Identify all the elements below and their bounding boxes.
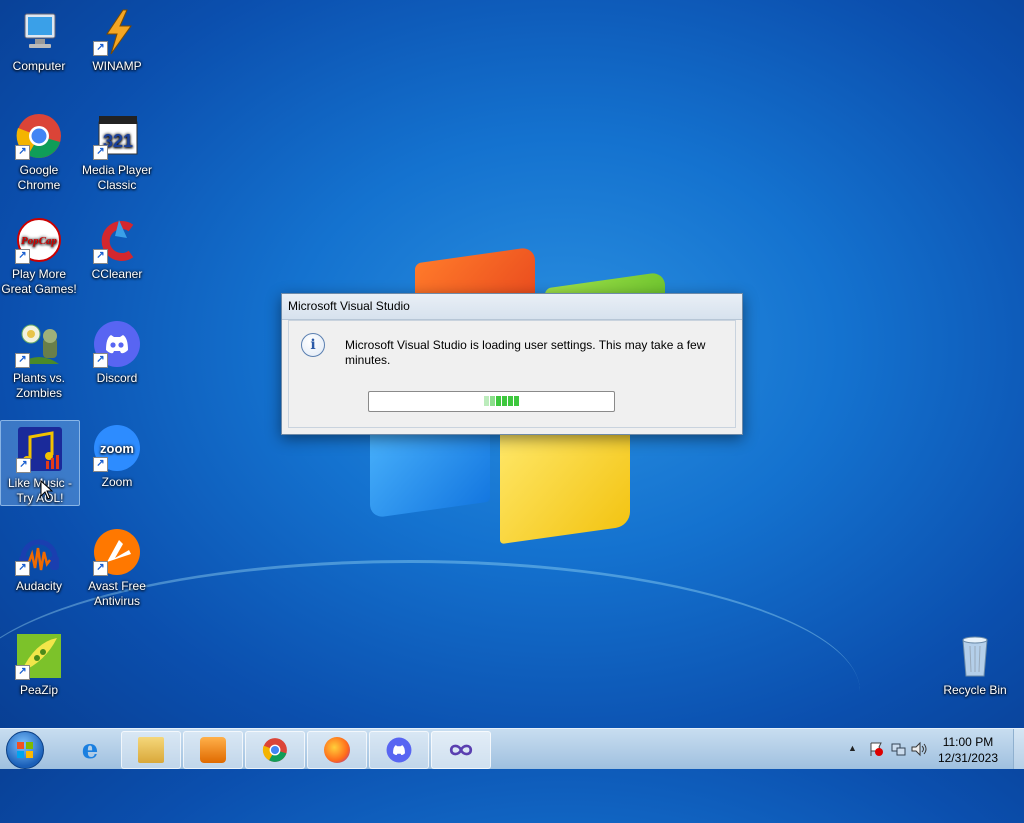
desktop-icon-discord[interactable]: ↗ Discord: [78, 316, 156, 386]
avast-icon: ↗: [93, 528, 141, 576]
shortcut-arrow-icon: ↗: [15, 249, 30, 264]
desktop-icon-zoom[interactable]: zoom ↗ Zoom: [78, 420, 156, 490]
desktop-icon-recycle-bin[interactable]: Recycle Bin: [936, 628, 1014, 698]
system-tray: ▲ 11:00 PM 12/31/2023: [834, 729, 1024, 769]
shortcut-arrow-icon: ↗: [15, 145, 30, 160]
chrome-icon: [262, 738, 287, 762]
desktop-icon-label: Audacity: [15, 579, 63, 593]
action-center-flag-icon[interactable]: [868, 741, 884, 757]
taskbar: e ▲ 11:00 PM 12/31/2023: [0, 728, 1024, 769]
desktop-icon-google-chrome[interactable]: ↗ Google Chrome: [0, 108, 78, 193]
desktop-icon-peazip[interactable]: ↗ PeaZip: [0, 628, 78, 698]
desktop-icon-label: CCleaner: [91, 267, 143, 281]
aol-music-icon: ↗: [16, 425, 64, 473]
winamp-icon: ↗: [93, 8, 141, 56]
desktop-icon-label: Play More Great Games!: [1, 267, 77, 296]
dialog-body: i Microsoft Visual Studio is loading use…: [288, 320, 736, 428]
clock-time: 11:00 PM: [942, 735, 994, 749]
show-hidden-icons-arrow-icon[interactable]: ▲: [848, 743, 857, 753]
desktop-icon-avast[interactable]: ↗ Avast Free Antivirus: [78, 524, 156, 609]
ccleaner-icon: ↗: [93, 216, 141, 264]
show-desktop-button[interactable]: [1013, 729, 1024, 769]
desktop-icon-computer[interactable]: Computer: [0, 4, 78, 74]
shortcut-arrow-icon: ↗: [93, 41, 108, 56]
firefox-icon: [324, 737, 350, 763]
recycle-bin-icon: [951, 632, 999, 680]
media-player-icon: [200, 737, 226, 763]
desktop-icon-media-player-classic[interactable]: 321 ↗ Media Player Classic: [78, 108, 156, 193]
desktop-icon-popcap[interactable]: PopCap ↗ Play More Great Games!: [0, 212, 78, 297]
loading-dialog: Microsoft Visual Studio i Microsoft Visu…: [281, 293, 743, 435]
visual-studio-icon: [449, 744, 473, 756]
info-icon: i: [301, 333, 325, 357]
dialog-title[interactable]: Microsoft Visual Studio: [282, 294, 742, 320]
peazip-icon: ↗: [15, 632, 63, 680]
shortcut-arrow-icon: ↗: [93, 249, 108, 264]
taskbar-internet-explorer[interactable]: e: [60, 731, 120, 769]
desktop-icon-label: Media Player Classic: [81, 163, 153, 192]
desktop-icon-label: Computer: [12, 59, 66, 73]
desktop-icon-label: Google Chrome: [17, 163, 61, 192]
desktop-icon-label: Avast Free Antivirus: [88, 579, 146, 608]
explorer-icon: [138, 737, 164, 763]
desktop-icon-plants-vs-zombies[interactable]: ↗ Plants vs. Zombies: [0, 316, 78, 401]
desktop-icon-label: Recycle Bin: [943, 683, 1007, 697]
desktop-icon-audacity[interactable]: ↗ Audacity: [0, 524, 78, 594]
audacity-icon: ↗: [15, 528, 63, 576]
desktop-icon-label: Discord: [96, 371, 138, 385]
windows-logo-icon: [17, 742, 33, 758]
mpc-icon: 321 ↗: [93, 112, 141, 160]
popcap-icon-text: PopCap: [21, 235, 58, 247]
desktop-icon-winamp[interactable]: ↗ WINAMP: [78, 4, 156, 74]
mouse-cursor-icon: [40, 480, 54, 500]
taskbar-windows-explorer[interactable]: [121, 731, 181, 769]
volume-icon[interactable]: [910, 741, 928, 757]
taskbar-firefox[interactable]: [307, 731, 367, 769]
loading-progress-bar: [368, 391, 615, 412]
shortcut-arrow-icon: ↗: [15, 353, 30, 368]
discord-icon: ↗: [93, 320, 141, 368]
shortcut-arrow-icon: ↗: [15, 561, 30, 576]
shortcut-arrow-icon: ↗: [16, 458, 31, 473]
shortcut-arrow-icon: ↗: [93, 457, 108, 472]
popcap-icon: PopCap ↗: [15, 216, 63, 264]
desktop-icon-label: Plants vs. Zombies: [12, 371, 66, 400]
chrome-icon: ↗: [15, 112, 63, 160]
computer-icon: [15, 8, 63, 56]
desktop-icon-label: PeaZip: [19, 683, 59, 697]
zoom-icon: zoom ↗: [93, 424, 141, 472]
shortcut-arrow-icon: ↗: [15, 665, 30, 680]
start-button[interactable]: [6, 731, 44, 769]
shortcut-arrow-icon: ↗: [93, 353, 108, 368]
taskbar-google-chrome[interactable]: [245, 731, 305, 769]
taskbar-visual-studio[interactable]: [431, 731, 491, 769]
desktop-icon-label: Zoom: [101, 475, 133, 489]
pvz-icon: ↗: [15, 320, 63, 368]
dialog-message: Microsoft Visual Studio is loading user …: [345, 338, 706, 367]
taskbar-clock[interactable]: 11:00 PM 12/31/2023: [938, 734, 998, 766]
ie-icon: e: [81, 735, 99, 765]
shortcut-arrow-icon: ↗: [93, 145, 108, 160]
zoom-icon-text: zoom: [100, 441, 134, 456]
clock-date: 12/31/2023: [937, 751, 998, 765]
shortcut-arrow-icon: ↗: [93, 561, 108, 576]
network-icon[interactable]: [890, 741, 906, 757]
discord-icon: [386, 737, 412, 763]
desktop-icon-ccleaner[interactable]: ↗ CCleaner: [78, 212, 156, 282]
desktop-icon-label: WINAMP: [92, 59, 142, 73]
taskbar-discord[interactable]: [369, 731, 429, 769]
taskbar-media-player[interactable]: [183, 731, 243, 769]
